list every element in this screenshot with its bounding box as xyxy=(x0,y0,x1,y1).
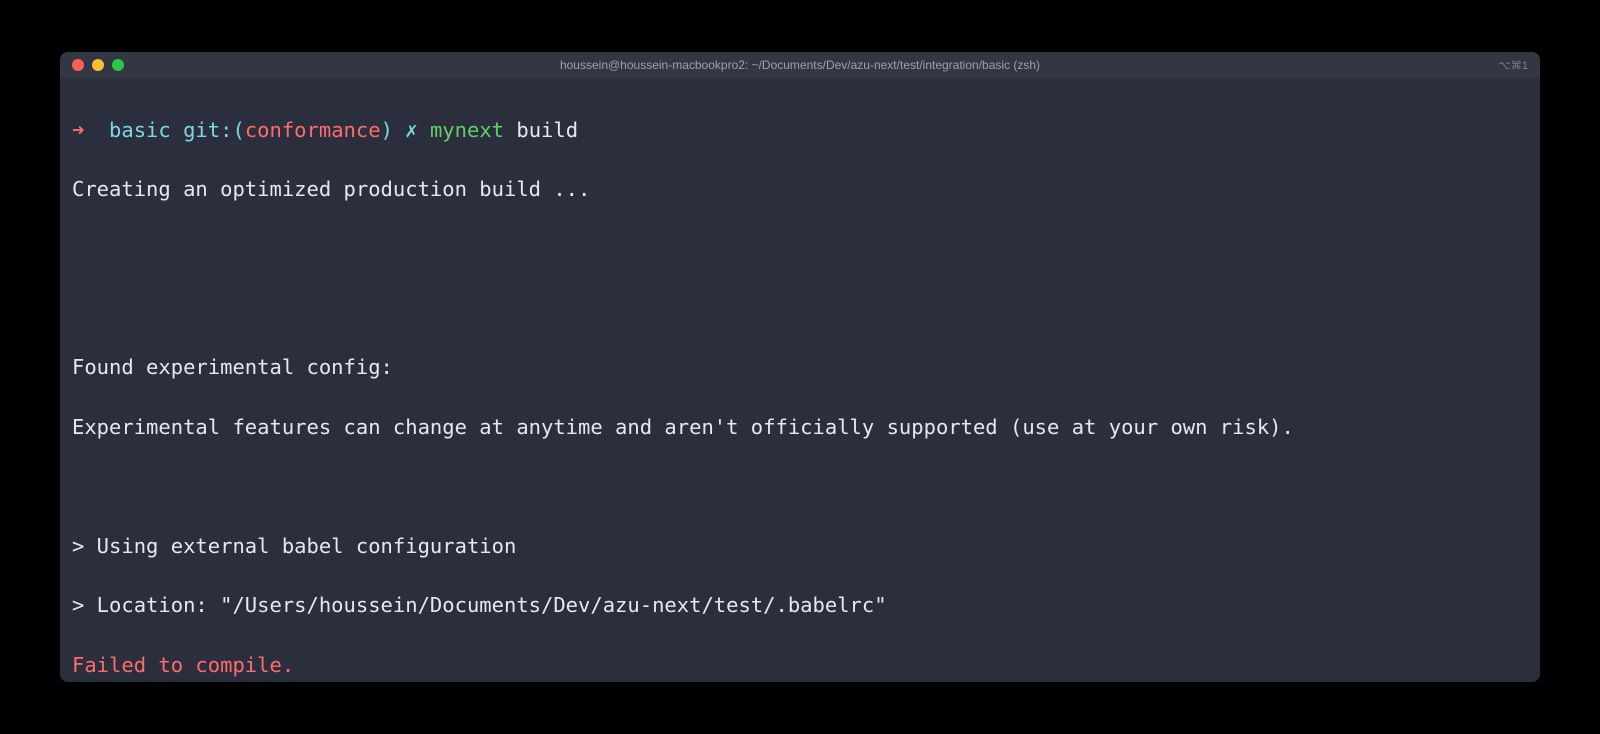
prompt-dir: basic xyxy=(109,118,171,142)
git-suffix: ) xyxy=(381,118,393,142)
tab-indicator: ⌥⌘1 xyxy=(1498,59,1528,72)
blank-line xyxy=(72,235,1528,265)
output-line: > Using external babel configuration xyxy=(72,532,1528,562)
output-line: > Location: "/Users/houssein/Documents/D… xyxy=(72,591,1528,621)
output-line: Experimental features can change at anyt… xyxy=(72,413,1528,443)
command-args: build xyxy=(516,118,578,142)
window-title: houssein@houssein-macbookpro2: ~/Documen… xyxy=(560,58,1040,72)
minimize-icon[interactable] xyxy=(92,59,104,71)
terminal-window: houssein@houssein-macbookpro2: ~/Documen… xyxy=(60,52,1540,682)
dirty-icon: ✗ xyxy=(405,118,417,142)
title-bar: houssein@houssein-macbookpro2: ~/Documen… xyxy=(60,52,1540,78)
terminal-body[interactable]: ➜ basic git:(conformance) ✗ mynext build… xyxy=(60,78,1540,682)
blank-line xyxy=(72,472,1528,502)
traffic-lights xyxy=(72,59,124,71)
prompt-line: ➜ basic git:(conformance) ✗ mynext build xyxy=(72,116,1528,146)
maximize-icon[interactable] xyxy=(112,59,124,71)
close-icon[interactable] xyxy=(72,59,84,71)
blank-line xyxy=(72,294,1528,324)
output-line: Found experimental config: xyxy=(72,353,1528,383)
command-bin: mynext xyxy=(430,118,504,142)
error-line: Failed to compile. xyxy=(72,651,1528,681)
output-line: Creating an optimized production build .… xyxy=(72,175,1528,205)
git-prefix: git:( xyxy=(183,118,245,142)
git-branch: conformance xyxy=(245,118,381,142)
prompt-arrow-icon: ➜ xyxy=(72,118,84,142)
